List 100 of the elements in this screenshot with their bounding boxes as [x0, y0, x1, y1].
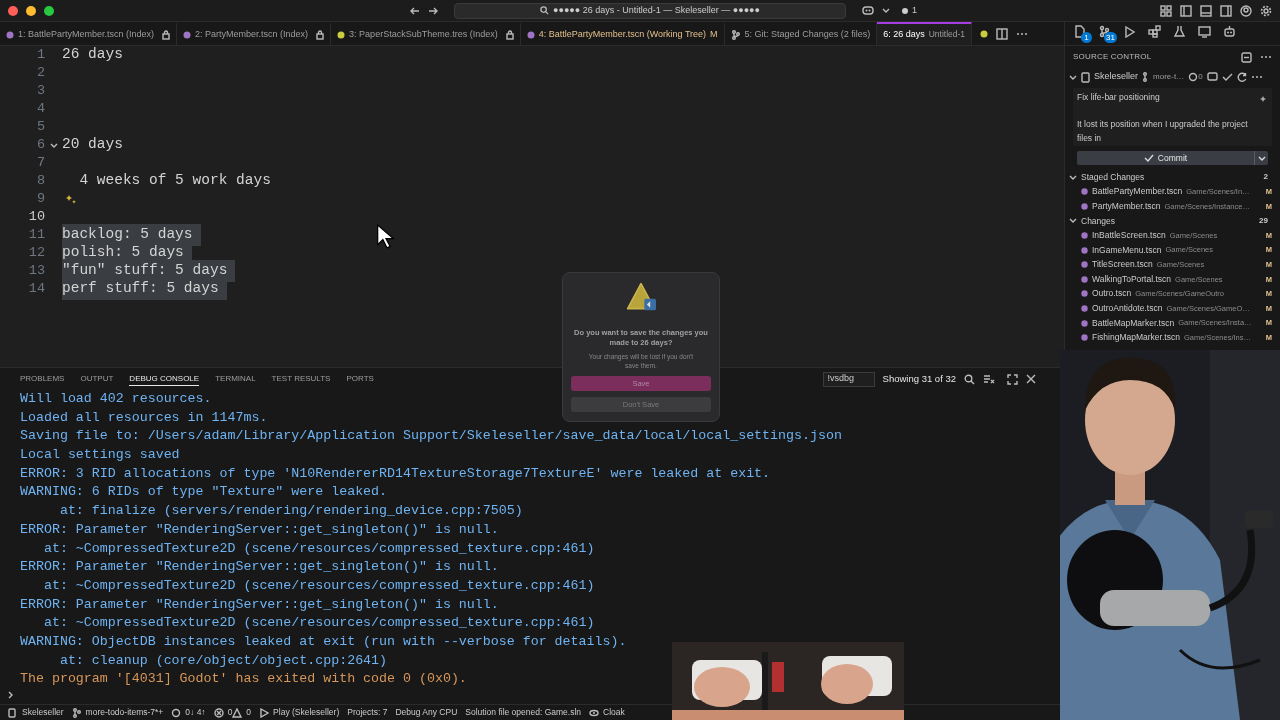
- repository-name[interactable]: Skeleseller: [1094, 70, 1139, 84]
- line-number: 12: [27, 243, 45, 262]
- status-item[interactable]: Debug Any CPU: [395, 706, 458, 719]
- monitor-icon: [1198, 24, 1211, 38]
- git-icon: [730, 29, 741, 40]
- line-number: 8: [35, 171, 45, 190]
- console-line: Loaded all resources in 1147ms.: [20, 408, 268, 427]
- editor-tab[interactable]: 3: PaperStackSubTheme.tres (Index): [331, 22, 521, 45]
- scene-file-icon: [6, 30, 14, 39]
- chevron-down-icon[interactable]: [882, 7, 890, 14]
- filter-field[interactable]: !vsdbg: [822, 371, 875, 387]
- line-number: 11: [27, 225, 45, 244]
- status-item[interactable]: Play (Skeleseller): [259, 706, 340, 719]
- layout-icon[interactable]: [1160, 4, 1172, 17]
- line-number: 3: [35, 81, 45, 100]
- layout-icon[interactable]: [1180, 4, 1192, 17]
- scene-file-icon: [183, 30, 192, 39]
- editor-tab[interactable]: 6: 26 days Untitled-1: [877, 22, 973, 45]
- check-icon[interactable]: [1221, 72, 1233, 82]
- eye-icon: [589, 707, 600, 718]
- account-icon[interactable]: [1240, 4, 1252, 17]
- line-number: 4: [35, 99, 45, 118]
- prompt-chevron-icon[interactable]: [8, 691, 14, 699]
- status-item[interactable]: 0: [213, 706, 233, 719]
- close-icon[interactable]: [1026, 374, 1036, 384]
- panel-tab[interactable]: TERMINAL: [215, 372, 256, 386]
- tab-label: 4: BattlePartyMember.tscn (Working Tree): [538, 27, 707, 41]
- panel-tab[interactable]: PORTS: [346, 372, 374, 386]
- line-number: 7: [35, 153, 45, 172]
- dot-icon: [902, 7, 908, 14]
- status-item[interactable]: 0↓ 4↑: [171, 706, 206, 719]
- status-item[interactable]: 0: [232, 706, 252, 719]
- forward-arrow-icon[interactable]: [428, 5, 438, 16]
- commit-message-field[interactable]: Fix life-bar positioning It lost its position when I upgraded the project files in: [1073, 88, 1272, 146]
- notification-indicator[interactable]: 1: [898, 3, 921, 18]
- code-line: 4 weeks of 5 work days: [78, 171, 272, 191]
- status-item[interactable]: Solution file opened: Game.sln: [465, 706, 582, 719]
- code-line: 20 days: [62, 135, 124, 155]
- sparkle-icon[interactable]: [66, 194, 76, 204]
- back-arrow-icon[interactable]: [410, 5, 420, 16]
- copilot-icon[interactable]: [862, 5, 874, 16]
- sync-count: 0: [1198, 71, 1203, 83]
- console-line: Saving file to: /Users/adam/Library/Application Support/Skeleseller/save_data/local/local_settings.json: [20, 427, 842, 446]
- changes-group-header[interactable]: Staged Changes 2: [1065, 170, 1280, 185]
- settings-icon[interactable]: [1260, 4, 1272, 17]
- changes-group-header[interactable]: Changes 29: [1065, 213, 1280, 229]
- console-line: Local settings saved: [20, 446, 180, 465]
- editor-tab[interactable]: 1: BattlePartyMember.tscn (Index): [0, 22, 178, 45]
- console-line: at: finalize (servers/rendering/rendering_device.cpp:7505): [58, 502, 523, 521]
- sidebar-title: SOURCE CONTROL: [1073, 51, 1152, 63]
- editor-tab[interactable]: 2: PartyMember.tscn (Index): [177, 22, 332, 45]
- clear-console-icon[interactable]: [983, 373, 995, 385]
- count-badge: 31: [1104, 31, 1117, 43]
- status-item[interactable]: Cloak: [589, 706, 625, 719]
- window-control-icon[interactable]: [8, 5, 18, 16]
- play-icon: [259, 707, 270, 718]
- command-center-search[interactable]: ●●●●● 26 days - Untitled-1 — Skeleseller — ●●●●●: [454, 2, 846, 19]
- split-editor-icon[interactable]: [996, 27, 1009, 40]
- status-item[interactable]: Skeleseller: [8, 706, 64, 719]
- console-line: WARNING: ObjectDB instances leaked at exit (run with --verbose for details).: [20, 632, 627, 651]
- editor-tab[interactable]: 4: BattlePartyMember.tscn (Working Tree) M: [520, 22, 725, 45]
- activity-item[interactable]: 31: [1098, 24, 1117, 43]
- warning-icon: [626, 282, 656, 312]
- panel-tab[interactable]: TEST RESULTS: [271, 372, 331, 386]
- layout-icon[interactable]: [1200, 4, 1212, 17]
- collapse-icon[interactable]: [1241, 51, 1252, 63]
- line-number: 1: [35, 45, 45, 64]
- console-line: WARNING: 6 RIDs of type "Texture" were leaked.: [20, 483, 388, 502]
- resource-file-icon: [337, 30, 346, 39]
- window-control-icon[interactable]: [26, 5, 36, 16]
- mouse-pointer-icon: [376, 224, 396, 250]
- message-icon[interactable]: [1206, 72, 1218, 82]
- fold-chevron-icon[interactable]: [49, 141, 58, 149]
- scene-file-icon: [526, 30, 535, 39]
- panel-tab[interactable]: OUTPUT: [80, 372, 114, 386]
- status-item[interactable]: more-todo-items-7*+: [71, 706, 164, 719]
- warning-icon: [232, 707, 243, 718]
- search-icon[interactable]: [964, 373, 975, 385]
- code-line: 26 days: [62, 45, 124, 65]
- search-icon: [540, 6, 550, 15]
- console-line: at: ~CompressedTexture2D (scene/resources/compressed_texture.cpp:461): [42, 539, 595, 558]
- branch-name[interactable]: more-t…: [1153, 71, 1185, 83]
- play-icon: [1123, 24, 1136, 38]
- status-item[interactable]: Projects: 7: [347, 706, 388, 719]
- refresh-icon[interactable]: [1236, 72, 1247, 82]
- panel-tab[interactable]: PROBLEMS: [20, 372, 65, 386]
- maximize-icon[interactable]: [1007, 373, 1018, 385]
- sparkle-icon[interactable]: [1260, 95, 1268, 103]
- commit-dropdown-button[interactable]: [1254, 151, 1268, 165]
- modified-label: M: [710, 27, 718, 41]
- activity-item[interactable]: 1: [1073, 24, 1092, 43]
- console-line: ERROR: Parameter "RenderingServer::get_singleton()" is null.: [20, 520, 499, 539]
- chevron-down-icon[interactable]: [1069, 73, 1077, 81]
- blocks-icon: [1148, 24, 1161, 38]
- document-icon: [1073, 24, 1086, 38]
- window-control-icon[interactable]: [44, 5, 54, 16]
- panel-tab[interactable]: DEBUG CONSOLE: [129, 372, 200, 386]
- layout-icon[interactable]: [1220, 4, 1232, 17]
- console-line: ERROR: Parameter "RenderingServer::get_singleton()" is null.: [20, 595, 499, 614]
- line-number: 5: [35, 117, 45, 136]
